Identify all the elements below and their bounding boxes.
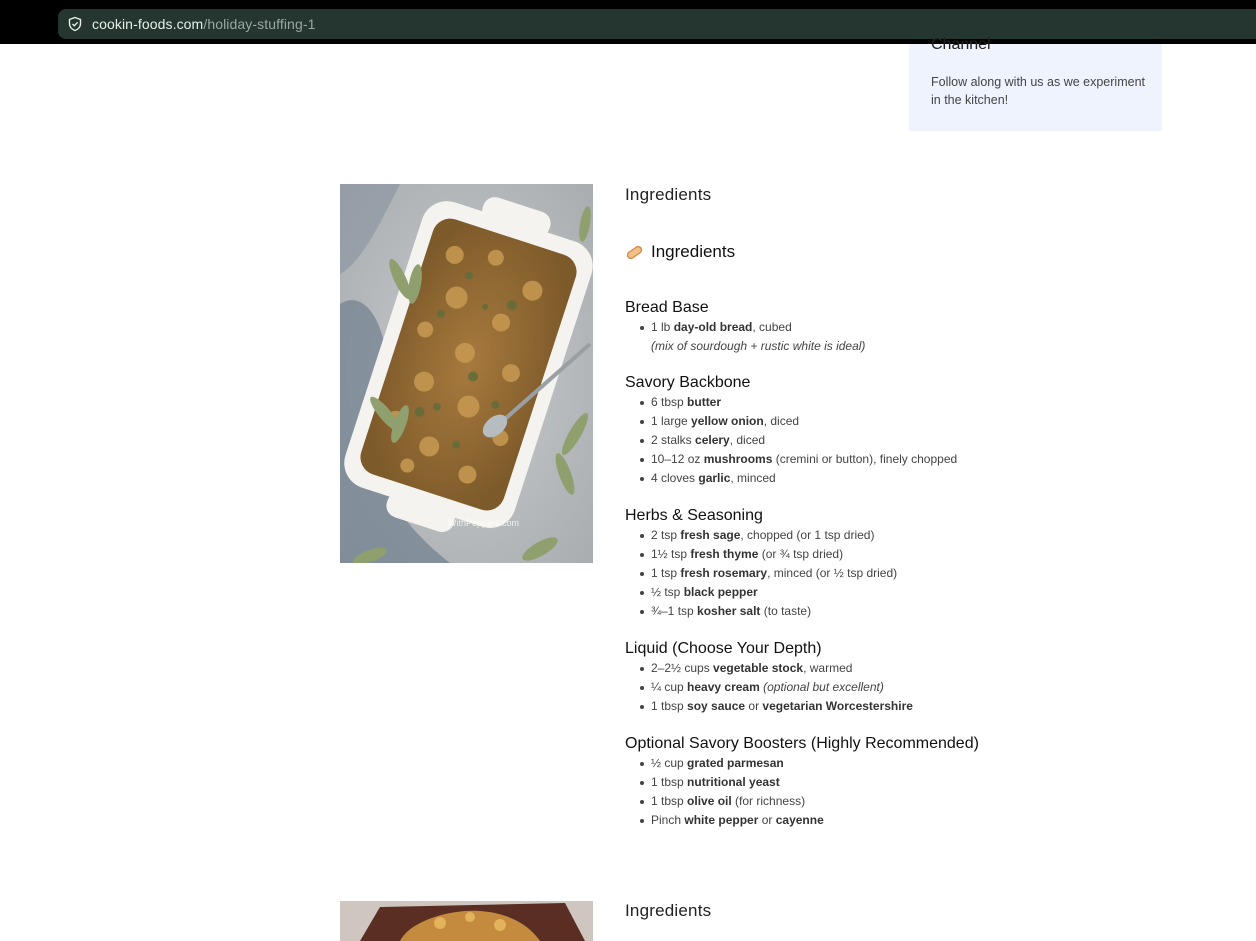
list-item: ¾–1 tsp kosher salt (to taste) (639, 602, 897, 621)
ingredient-group-savory-backbone: Savory Backbone 6 tbsp butter 1 large ye… (625, 373, 957, 488)
bread-emoji-icon (625, 243, 644, 262)
url-text[interactable]: cookin-foods.com/holiday-stuffing-1 (92, 16, 315, 32)
address-bar[interactable]: cookin-foods.com/holiday-stuffing-1 (58, 9, 1256, 39)
channel-card: Channel Follow along with us as we exper… (909, 36, 1162, 131)
list-item: 2 stalks celery, diced (639, 431, 957, 450)
group-title: Savory Backbone (625, 374, 751, 391)
group-title: Herbs & Seasoning (625, 507, 763, 524)
ingredient-group-liquid: Liquid (Choose Your Depth) 2–2½ cups veg… (625, 639, 913, 716)
url-path: /holiday-stuffing-1 (203, 16, 316, 32)
list-item: 1½ tsp fresh thyme (or ¾ tsp dried) (639, 545, 897, 564)
list-item: 1 tbsp nutritional yeast (640, 773, 979, 792)
stuffing-photo: WithPeppers.com (340, 184, 593, 563)
browser-toolbar: cookin-foods.com/holiday-stuffing-1 (0, 6, 1256, 44)
ingredient-list: 2–2½ cups vegetable stock, warmed ¼ cup … (625, 659, 913, 716)
list-item: 2 tsp fresh sage, chopped (or 1 tsp drie… (639, 526, 897, 545)
ingredient-group-optional-boosters: Optional Savory Boosters (Highly Recomme… (625, 734, 979, 830)
ingredient-list: ½ cup grated parmesan 1 tbsp nutritional… (625, 754, 979, 830)
list-item: 1 lb day-old bread, cubed (mix of sourdo… (639, 320, 866, 353)
channel-card-title: Channel (931, 36, 991, 53)
list-item: 4 cloves garlic, minced (639, 469, 957, 488)
ingredient-group-bread-base: Bread Base 1 lb day-old bread, cubed (mi… (625, 298, 865, 355)
ingredients-heading-text: Ingredients (651, 242, 736, 261)
list-item: 1 large yellow onion, diced (639, 412, 957, 431)
ingredient-note: (mix of sourdough + rustic white is idea… (651, 339, 866, 353)
list-item: ½ cup grated parmesan (640, 754, 979, 773)
section-label-ingredients-next: Ingredients (625, 901, 712, 920)
list-item: 2–2½ cups vegetable stock, warmed (640, 659, 913, 678)
section-label-ingredients: Ingredients (625, 185, 712, 204)
ingredient-list: 1 lb day-old bread, cubed (mix of sourdo… (625, 318, 865, 355)
list-item: Pinch white pepper or cayenne (640, 811, 979, 830)
group-title: Optional Savory Boosters (Highly Recomme… (625, 735, 979, 752)
shield-check-icon[interactable] (66, 15, 84, 33)
list-item: 1 tbsp soy sauce or vegetarian Worcester… (640, 697, 913, 716)
list-item: 1 tbsp olive oil (for richness) (640, 792, 979, 811)
list-item: ¼ cup heavy cream (optional but excellen… (640, 678, 913, 697)
group-title: Liquid (Choose Your Depth) (625, 640, 822, 657)
ingredient-list: 2 tsp fresh sage, chopped (or 1 tsp drie… (625, 526, 897, 621)
ingredient-group-herbs-seasoning: Herbs & Seasoning 2 tsp fresh sage, chop… (625, 506, 897, 621)
list-item: 10–12 oz mushrooms (cremini or button), … (639, 450, 957, 469)
ingredient-list: 6 tbsp butter 1 large yellow onion, dice… (625, 393, 957, 488)
photo-watermark: WithPeppers.com (448, 518, 519, 528)
next-recipe-photo (340, 901, 593, 941)
list-item: 6 tbsp butter (639, 393, 957, 412)
list-item: 1 tsp fresh rosemary, minced (or ½ tsp d… (639, 564, 897, 583)
channel-card-text: Follow along with us as we experiment in… (931, 75, 1145, 107)
list-item: ½ tsp black pepper (639, 583, 897, 602)
ingredients-heading: Ingredients (625, 242, 735, 262)
group-title: Bread Base (625, 299, 709, 316)
url-domain: cookin-foods.com (92, 16, 204, 32)
